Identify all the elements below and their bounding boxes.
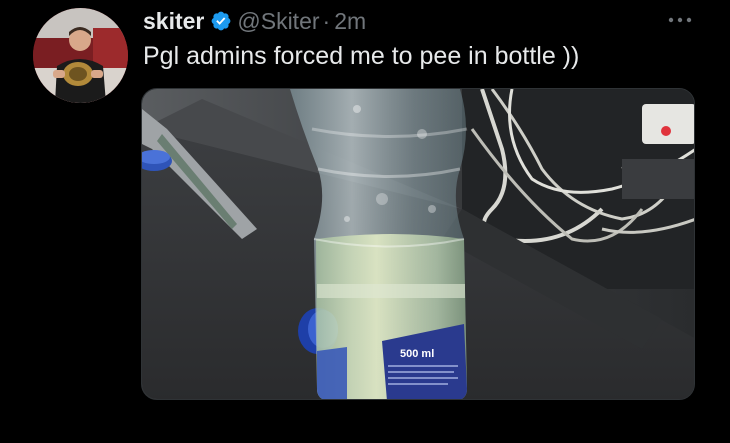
- avatar[interactable]: [33, 8, 128, 103]
- more-options-icon[interactable]: [665, 10, 695, 30]
- tweet-header: skiter @Skiter · 2m: [143, 6, 366, 36]
- bottle-photo: 500 ml: [142, 89, 694, 399]
- verified-badge-icon: [210, 10, 232, 32]
- timestamp[interactable]: 2m: [334, 6, 366, 36]
- separator-dot: ·: [322, 8, 331, 34]
- tweet[interactable]: skiter @Skiter · 2m Pgl admins forced me…: [0, 0, 730, 443]
- tweet-media-image[interactable]: 500 ml: [141, 88, 695, 400]
- avatar-photo: [33, 8, 128, 103]
- tweet-text: Pgl admins forced me to pee in bottle )): [143, 42, 580, 70]
- display-name[interactable]: skiter: [143, 6, 204, 36]
- bottle-label-volume: 500 ml: [400, 348, 434, 360]
- user-handle[interactable]: @Skiter: [237, 6, 319, 36]
